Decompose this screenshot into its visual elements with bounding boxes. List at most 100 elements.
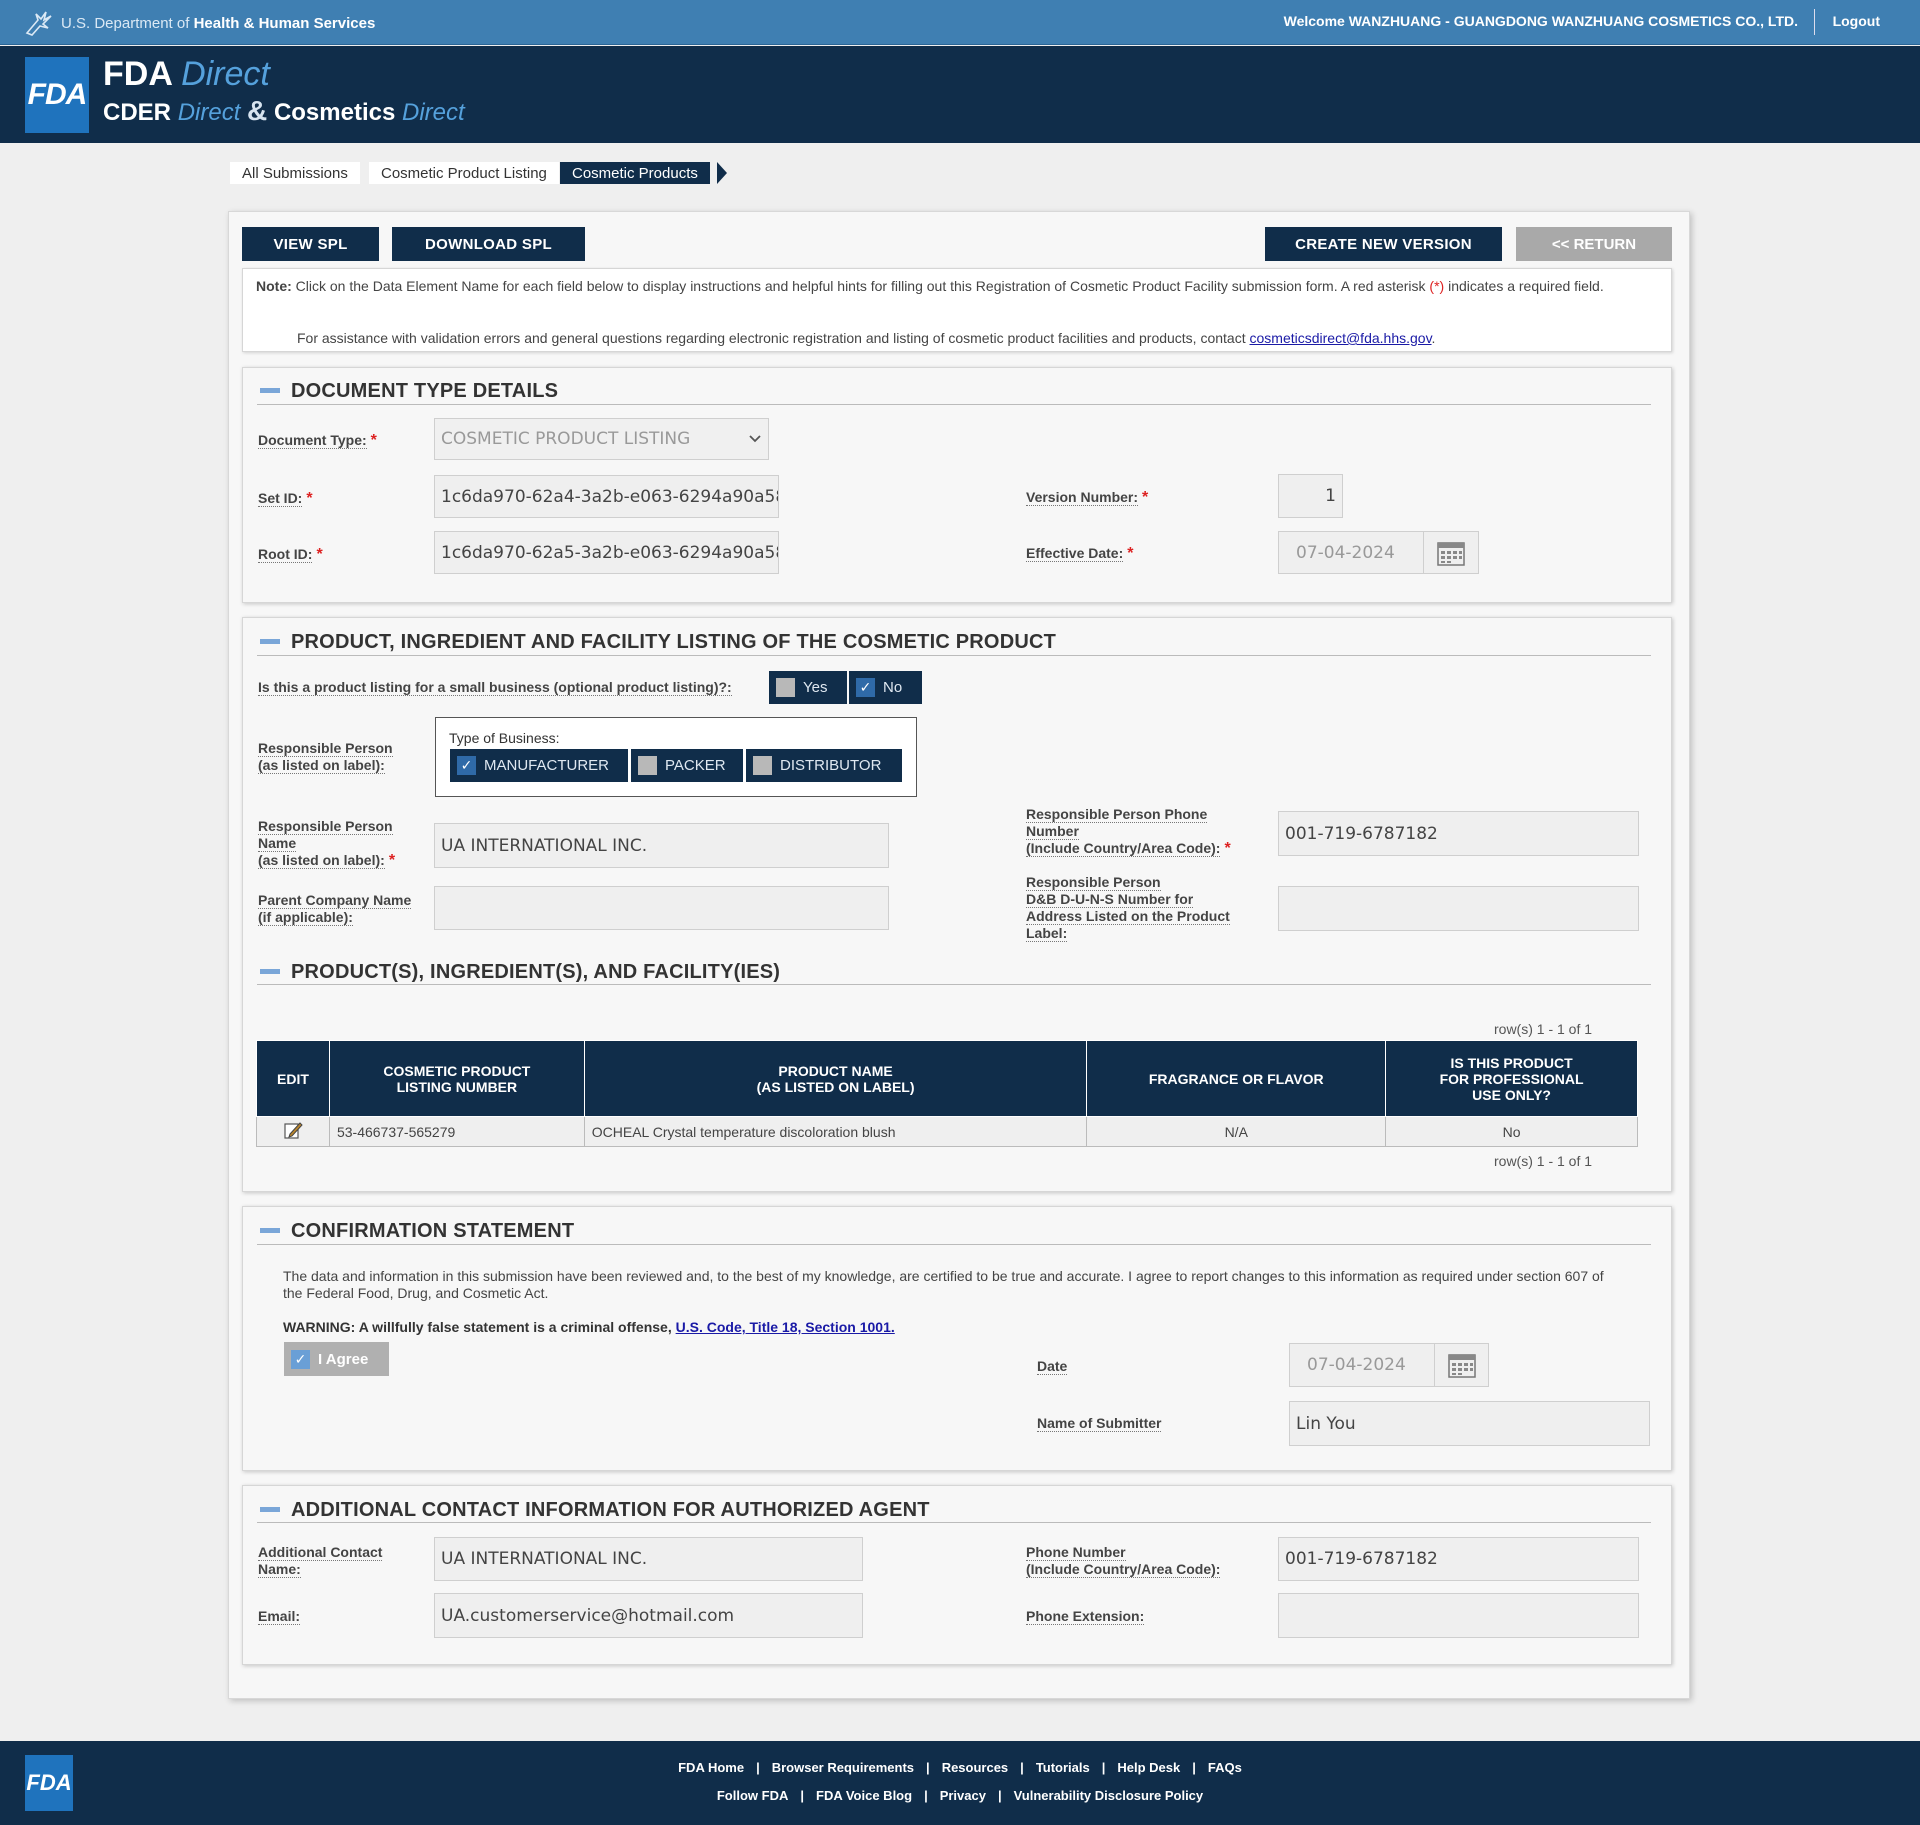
calendar-icon	[1447, 1354, 1476, 1378]
additional-contact-field[interactable]: UA INTERNATIONAL INC.	[434, 1537, 863, 1581]
edit-pencil-icon[interactable]	[283, 1120, 303, 1140]
brand-cosmetics-direct: Direct	[402, 99, 465, 126]
rp-name-label[interactable]: Responsible Person Name (as listed on la…	[258, 818, 395, 869]
responsible-person-label[interactable]: Responsible Person (as listed on label):	[258, 740, 393, 774]
column-fragrance[interactable]: FRAGRANCE OR FLAVOR	[1086, 1040, 1387, 1117]
contact-email-link[interactable]: cosmeticsdirect@fda.hhs.gov	[1250, 330, 1432, 346]
note-asterisk: (*)	[1429, 278, 1445, 294]
set-id-label[interactable]: Set ID: *	[258, 490, 313, 507]
agent-phone-label[interactable]: Phone Number (Include Country/Area Code)…	[1026, 1544, 1221, 1578]
rp-phone-label[interactable]: Responsible Person Phone Number (Include…	[1026, 806, 1231, 857]
small-business-yes-checkbox[interactable]: Yes	[769, 671, 847, 704]
us-code-link[interactable]: U.S. Code, Title 18, Section 1001.	[676, 1319, 895, 1335]
rp-name-field[interactable]: UA INTERNATIONAL INC.	[434, 823, 889, 868]
footer-link-privacy[interactable]: Privacy	[940, 1788, 986, 1803]
parent-company-field[interactable]	[434, 886, 889, 930]
column-listing-number[interactable]: COSMETIC PRODUCT LISTING NUMBER	[328, 1040, 585, 1117]
duns-label-line3: Address Listed on the Product	[1026, 908, 1230, 925]
submitter-label[interactable]: Name of Submitter	[1037, 1415, 1162, 1432]
confirmation-date-field[interactable]: 07-04-2024	[1289, 1343, 1435, 1387]
return-button[interactable]: << RETURN	[1516, 227, 1672, 261]
download-spl-button[interactable]: DOWNLOAD SPL	[392, 227, 585, 261]
i-agree-checkbox[interactable]: ✓ I Agree	[284, 1342, 389, 1376]
section-rule	[257, 1244, 1651, 1245]
footer-link-faqs[interactable]: FAQs	[1208, 1760, 1242, 1775]
note-label: Note:	[256, 278, 292, 294]
effective-date-label[interactable]: Effective Date: *	[1026, 545, 1134, 562]
additional-contact-label[interactable]: Additional Contact Name:	[258, 1544, 383, 1578]
root-id-label[interactable]: Root ID: *	[258, 546, 323, 563]
section-title-doc-type: DOCUMENT TYPE DETAILS	[291, 380, 559, 402]
footer-separator: |	[800, 1788, 804, 1803]
footer-link-fda-home[interactable]: FDA Home	[678, 1760, 744, 1775]
assistance-body: For assistance with validation errors an…	[297, 330, 1250, 346]
column-professional-line2: FOR PROFESSIONAL	[1439, 1070, 1584, 1087]
column-edit[interactable]: EDIT	[256, 1040, 330, 1117]
contact-label-line2: Name:	[258, 1561, 301, 1578]
document-type-value: COSMETIC PRODUCT LISTING	[441, 429, 691, 449]
effective-date-calendar-button[interactable]	[1423, 531, 1479, 574]
calendar-icon	[1437, 541, 1465, 566]
phone-extension-label[interactable]: Phone Extension:	[1026, 1608, 1145, 1625]
footer-link-vulnerability-policy[interactable]: Vulnerability Disclosure Policy	[1014, 1788, 1204, 1803]
edit-cell[interactable]	[256, 1116, 330, 1147]
table-header-row: EDIT COSMETIC PRODUCT LISTING NUMBER PRO…	[256, 1040, 1638, 1117]
footer-link-fda-voice-blog[interactable]: FDA Voice Blog	[816, 1788, 912, 1803]
duns-label[interactable]: Responsible Person D&B D-U-N-S Number fo…	[1026, 874, 1230, 942]
date-label[interactable]: Date	[1037, 1358, 1068, 1375]
collapse-agent-icon[interactable]	[260, 1507, 280, 1512]
collapse-listing-icon[interactable]	[260, 639, 280, 644]
table-row: 53-466737-565279 OCHEAL Crystal temperat…	[256, 1116, 1638, 1147]
root-id-field[interactable]: 1c6da970-62a5-3a2b-e063-6294a90a58c9	[434, 531, 779, 574]
column-professional[interactable]: IS THIS PRODUCT FOR PROFESSIONAL USE ONL…	[1385, 1040, 1638, 1117]
confirmation-date-calendar-button[interactable]	[1434, 1343, 1489, 1387]
rp-phone-field[interactable]: 001-719-6787182	[1278, 811, 1639, 856]
footer-link-follow-fda[interactable]: Follow FDA	[717, 1788, 789, 1803]
version-number-label[interactable]: Version Number: *	[1026, 489, 1148, 506]
effective-date-field[interactable]: 07-04-2024	[1278, 531, 1424, 574]
collapse-doc-type-icon[interactable]	[260, 388, 280, 393]
agent-phone-field[interactable]: 001-719-6787182	[1278, 1537, 1639, 1581]
packer-checkbox[interactable]: PACKER	[631, 749, 743, 782]
footer-link-help-desk[interactable]: Help Desk	[1117, 1760, 1180, 1775]
column-product-name-line1: PRODUCT NAME	[778, 1062, 893, 1079]
duns-field[interactable]	[1278, 886, 1639, 931]
parent-company-label[interactable]: Parent Company Name (if applicable):	[258, 892, 412, 926]
email-field[interactable]: UA.customerservice@hotmail.com	[434, 1593, 863, 1638]
checkmark-icon: ✓	[457, 756, 476, 775]
manufacturer-checkbox[interactable]: ✓ MANUFACTURER	[450, 749, 628, 782]
small-business-no-checkbox[interactable]: ✓ No	[849, 671, 922, 704]
document-type-label[interactable]: Document Type: *	[258, 432, 377, 449]
breadcrumb-cosmetic-product-listing[interactable]: Cosmetic Product Listing	[369, 162, 559, 184]
agency-name: Health & Human Services	[193, 15, 376, 32]
phone-extension-label-text: Phone Extension:	[1026, 1608, 1145, 1625]
breadcrumb-cosmetic-products[interactable]: Cosmetic Products	[560, 162, 710, 184]
create-new-version-button[interactable]: CREATE NEW VERSION	[1265, 227, 1502, 261]
footer-links-row2: Follow FDA | FDA Voice Blog | Privacy | …	[0, 1788, 1920, 1803]
footer-link-tutorials[interactable]: Tutorials	[1036, 1760, 1090, 1775]
phone-extension-field[interactable]	[1278, 1593, 1639, 1638]
view-spl-button[interactable]: VIEW SPL	[242, 227, 379, 261]
column-product-name[interactable]: PRODUCT NAME (AS LISTED ON LABEL)	[583, 1040, 1088, 1117]
fda-logo[interactable]: FDA	[25, 57, 89, 133]
version-number-field[interactable]: 1	[1278, 474, 1343, 518]
distributor-checkbox[interactable]: DISTRIBUTOR	[746, 749, 902, 782]
section-title-agent: ADDITIONAL CONTACT INFORMATION FOR AUTHO…	[291, 1499, 930, 1521]
rp-phone-label-line1: Responsible Person Phone	[1026, 806, 1208, 823]
email-label[interactable]: Email:	[258, 1608, 301, 1625]
footer-link-browser-requirements[interactable]: Browser Requirements	[772, 1760, 914, 1775]
collapse-confirmation-icon[interactable]	[260, 1228, 280, 1233]
hhs-agency-text[interactable]: U.S. Department of Health & Human Servic…	[61, 15, 375, 32]
footer-separator: |	[1192, 1760, 1196, 1775]
document-type-select[interactable]: COSMETIC PRODUCT LISTING	[434, 418, 769, 460]
collapse-products-icon[interactable]	[260, 969, 280, 974]
footer-link-resources[interactable]: Resources	[942, 1760, 1008, 1775]
version-number-label-text: Version Number:	[1026, 489, 1139, 506]
small-business-label[interactable]: Is this a product listing for a small bu…	[258, 679, 732, 696]
column-listing-number-line1: COSMETIC PRODUCT	[383, 1062, 531, 1079]
logout-link[interactable]: Logout	[1833, 13, 1880, 29]
submitter-field[interactable]: Lin You	[1289, 1401, 1650, 1446]
breadcrumb-all-submissions[interactable]: All Submissions	[230, 162, 360, 184]
set-id-field[interactable]: 1c6da970-62a4-3a2b-e063-6294a90a58c9	[434, 475, 779, 518]
duns-label-line1: Responsible Person	[1026, 874, 1161, 891]
